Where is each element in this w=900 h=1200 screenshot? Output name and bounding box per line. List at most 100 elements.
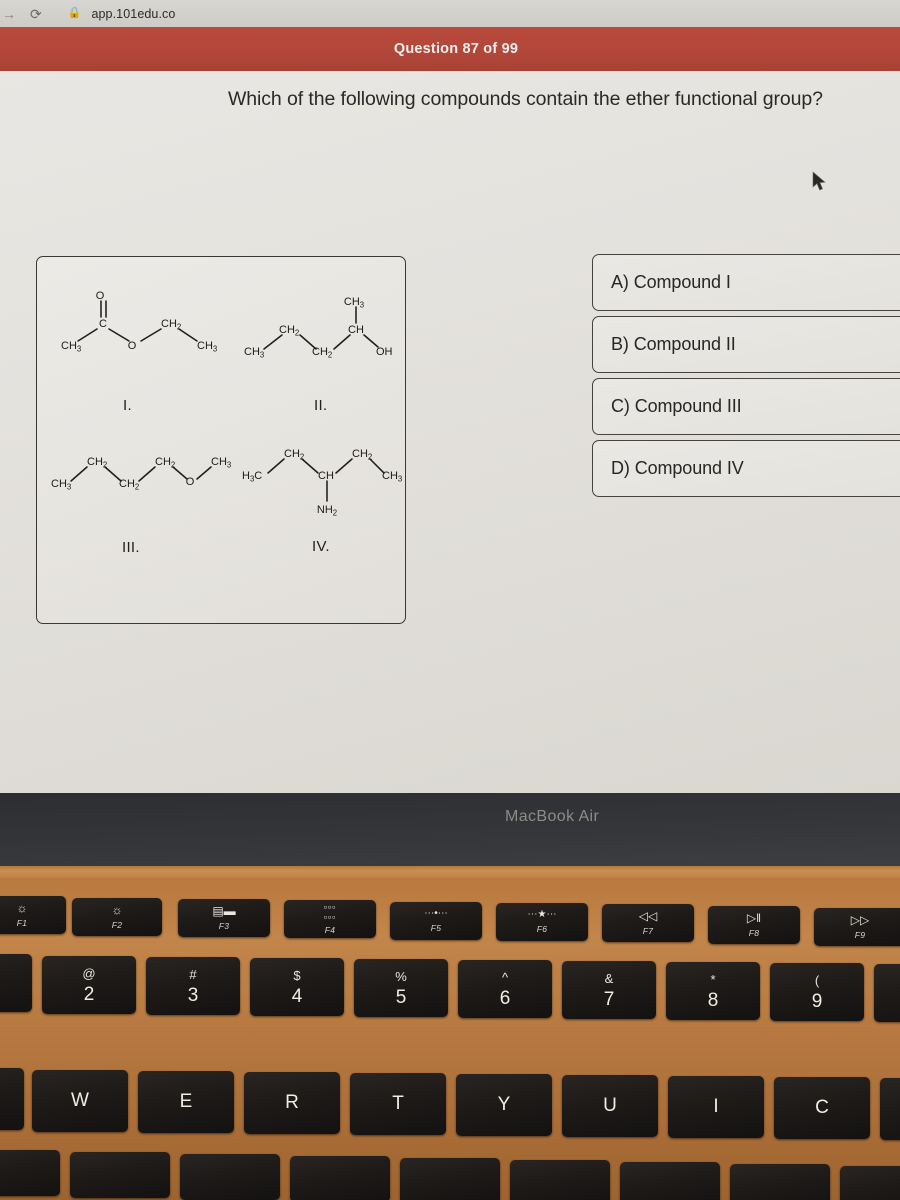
atom-label-ch2-a: CH2	[87, 456, 107, 470]
lock-icon: 🔒	[67, 7, 82, 19]
answer-option-c[interactable]: C) Compound III	[592, 378, 900, 435]
key-f4[interactable]: ▫▫▫ ▫▫▫ F4	[284, 900, 376, 938]
atom-label-ch3-branch: CH3	[344, 296, 364, 310]
atom-label-ch3-start: CH3	[244, 346, 264, 360]
answer-option-a[interactable]: A) Compound I	[592, 254, 900, 311]
key-7[interactable]: & 7	[562, 961, 656, 1019]
key-w-label: W	[71, 1090, 89, 1111]
atom-label-c: C	[99, 318, 107, 330]
key-o-label: C	[815, 1097, 829, 1118]
key-9[interactable]: ( 9	[770, 963, 864, 1021]
key-y[interactable]: Y	[456, 1074, 552, 1136]
key-7-shift-label: &	[604, 970, 614, 986]
address-bar-url[interactable]: app.101edu.co	[91, 7, 175, 21]
atom-label-ch2: CH2	[161, 318, 181, 332]
key-3-shift-label: #	[189, 966, 197, 982]
compound-2-label: II.	[314, 397, 328, 414]
compound-2-structure: CH3 CH2 CH3 CH2 CH OH II.	[232, 279, 407, 419]
keyboard-backlight-up-icon: ⋯★⋯	[527, 909, 557, 921]
atom-label-ch2-b: CH2	[312, 346, 332, 360]
key-f8[interactable]: ▷‖ F8	[708, 906, 800, 944]
atom-label-ch3-start: CH3	[51, 478, 71, 492]
key-row3-c[interactable]	[180, 1154, 280, 1200]
key-3[interactable]: # 3	[146, 957, 240, 1015]
key-4[interactable]: $ 4	[250, 958, 344, 1016]
key-2-label: 2	[83, 983, 95, 1005]
atom-label-o-ester: O	[128, 340, 137, 352]
key-5-label: 5	[395, 986, 407, 1008]
answer-option-b[interactable]: B) Compound II	[592, 316, 900, 373]
key-f1[interactable]: ☼ F1	[0, 896, 66, 934]
compound-3-label: III.	[122, 539, 140, 556]
laptop-screen: → ⟳ 🔒 app.101edu.co Question 87 of 99 Wh…	[0, 0, 900, 793]
key-8-shift-label: *	[710, 971, 716, 987]
atom-label-oh: OH	[376, 346, 393, 358]
play-pause-icon: ▷‖	[746, 911, 762, 926]
rewind-icon: ◁◁	[638, 909, 658, 924]
question-counter-label: Question 87 of 99	[393, 41, 519, 57]
question-progress-banner: Question 87 of 99	[0, 27, 900, 71]
key-o[interactable]: C	[774, 1077, 870, 1139]
answer-option-a-label: A) Compound I	[611, 272, 731, 292]
key-t[interactable]: T	[350, 1073, 446, 1135]
key-f4-label: F4	[324, 924, 336, 935]
key-9-label: 9	[811, 990, 823, 1012]
key-f5[interactable]: ⋯•⋯ F5	[390, 902, 482, 940]
key-u[interactable]: U	[562, 1075, 658, 1137]
key-row3-a[interactable]	[0, 1150, 60, 1196]
key-r[interactable]: R	[244, 1072, 340, 1134]
quiz-page-body: Which of the following compounds contain…	[0, 71, 900, 793]
key-f7-label: F7	[642, 925, 654, 936]
atom-label-ch2-c: CH2	[155, 456, 175, 470]
key-f9[interactable]: ▷▷ F9	[814, 908, 900, 946]
key-6[interactable]: ^ 6	[458, 960, 552, 1018]
key-row3-h[interactable]	[730, 1164, 830, 1200]
key-row3-i[interactable]	[840, 1166, 900, 1200]
key-f2[interactable]: ☼ F2	[72, 898, 162, 936]
key-row3-d[interactable]	[290, 1156, 390, 1200]
key-4-label: 4	[291, 985, 303, 1007]
reload-icon[interactable]: ⟳	[30, 7, 42, 21]
atom-label-ch2-a: CH2	[284, 448, 304, 462]
key-row3-f[interactable]	[510, 1160, 610, 1200]
key-5[interactable]: % 5	[354, 959, 448, 1017]
brightness-up-icon: ☼	[111, 903, 123, 918]
browser-toolbar: → ⟳ 🔒 app.101edu.co	[0, 0, 900, 27]
key-row3-g[interactable]	[620, 1162, 720, 1200]
atom-label-ch: CH	[318, 470, 334, 482]
key-row3-b[interactable]	[70, 1152, 170, 1198]
key-3-label: 3	[187, 984, 199, 1006]
key-e-label: E	[179, 1091, 193, 1112]
answer-option-d[interactable]: D) Compound IV	[592, 440, 900, 497]
key-f3[interactable]: ▤▬ F3	[178, 899, 270, 937]
key-8[interactable]: * 8	[666, 962, 760, 1020]
key-t-label: T	[392, 1093, 404, 1114]
key-q-partial[interactable]	[0, 1068, 24, 1130]
key-2-shift-label: @	[82, 965, 96, 981]
key-f2-label: F2	[111, 919, 123, 930]
key-2[interactable]: @ 2	[0, 954, 32, 1012]
key-f7[interactable]: ◁◁ F7	[602, 904, 694, 942]
key-i[interactable]: I	[668, 1076, 764, 1138]
mission-control-icon: ▤▬	[212, 904, 236, 919]
key-2-real[interactable]: @ 2	[42, 956, 136, 1014]
key-row3-e[interactable]	[400, 1158, 500, 1200]
nav-forward-icon[interactable]: →	[2, 7, 16, 21]
atom-label-ch2-a: CH2	[279, 324, 299, 338]
key-f9-label: F9	[854, 929, 866, 940]
key-p-partial[interactable]	[880, 1078, 900, 1140]
key-w[interactable]: W	[32, 1070, 128, 1132]
key-f6[interactable]: ⋯★⋯ F6	[496, 903, 588, 941]
screen-bezel-bottom	[0, 793, 900, 868]
compound-structures-panel: O C CH3 O CH2 CH3 I. CH3 CH2 CH3 CH2 CH …	[36, 256, 406, 624]
key-0-partial[interactable]	[874, 964, 900, 1022]
key-4-shift-label: $	[293, 967, 301, 983]
key-8-label: 8	[707, 989, 719, 1011]
atom-label-ch2-b: CH2	[352, 448, 372, 462]
key-e[interactable]: E	[138, 1071, 234, 1133]
key-u-label: U	[603, 1095, 617, 1116]
answer-option-c-label: C) Compound III	[611, 396, 742, 416]
atom-label-o-ether: O	[186, 476, 195, 488]
key-r-label: R	[285, 1092, 299, 1113]
key-f1-label: F1	[16, 917, 28, 928]
